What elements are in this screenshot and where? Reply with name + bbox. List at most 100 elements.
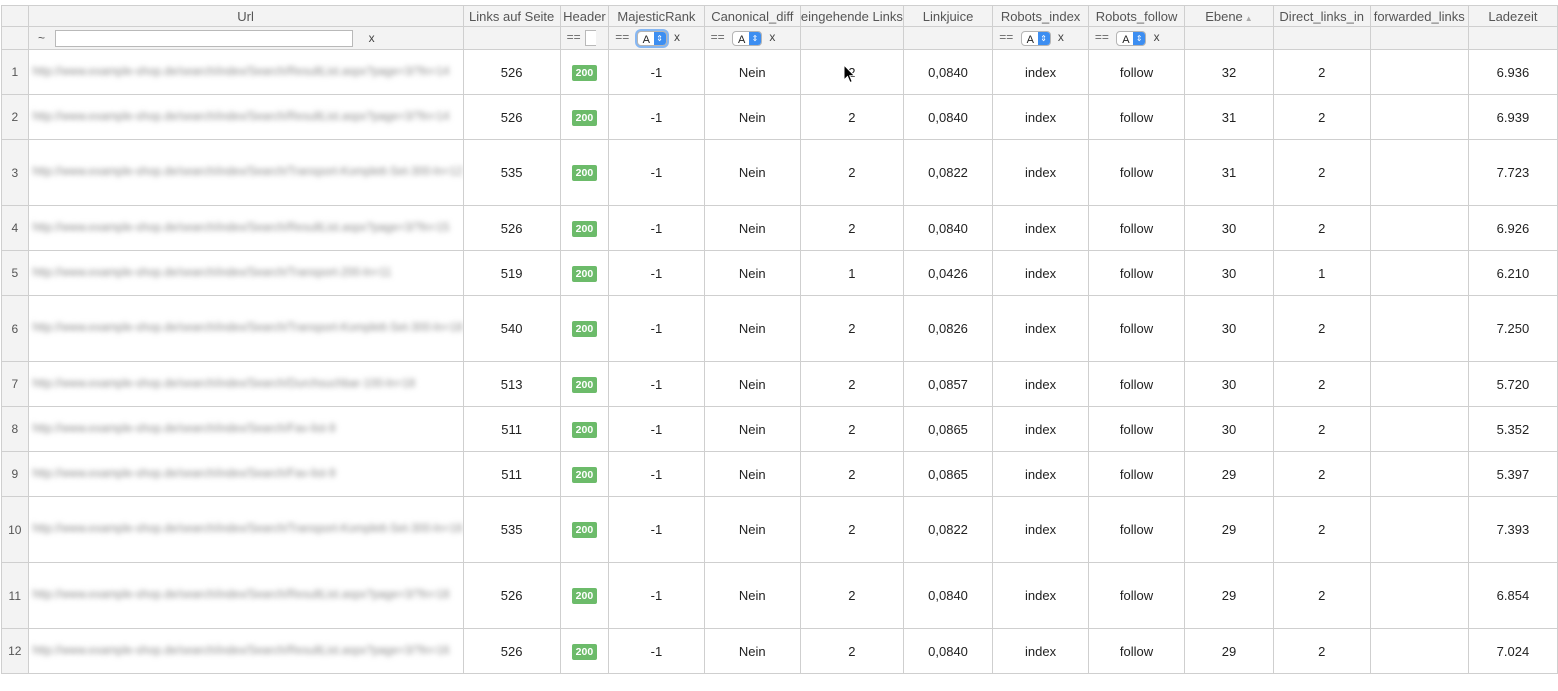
row-number[interactable]: 5: [1, 250, 29, 296]
cell-ebene: 31: [1184, 94, 1274, 140]
canonical-filter-select[interactable]: A ⇕: [731, 30, 762, 46]
majestic-filter-clear-button[interactable]: x: [674, 30, 680, 44]
cell-url[interactable]: http://www.example-shop.de/search/index/…: [27, 250, 464, 296]
table-row[interactable]: 6 http://www.example-shop.de/search/index…: [1, 295, 1558, 362]
url-text-blurred[interactable]: http://www.example-shop.de/search/index/…: [33, 63, 463, 82]
url-filter-operator[interactable]: ~: [29, 31, 54, 45]
col-header-url[interactable]: Url: [27, 5, 464, 27]
majestic-filter-select[interactable]: A ⇕: [636, 30, 667, 46]
header-filter-input[interactable]: [584, 30, 596, 46]
cell-direct-links: 2: [1272, 628, 1371, 674]
url-text-blurred[interactable]: http://www.example-shop.de/search/index/…: [33, 465, 463, 484]
cell-url[interactable]: http://www.example-shop.de/search/index/…: [27, 94, 464, 140]
cell-incoming: 2: [799, 295, 904, 362]
cell-url[interactable]: http://www.example-shop.de/search/index/…: [27, 451, 464, 497]
cell-ladezeit: 7.723: [1467, 139, 1558, 206]
cell-majestic: -1: [608, 406, 705, 452]
cell-url[interactable]: http://www.example-shop.de/search/index/…: [27, 628, 464, 674]
cell-url[interactable]: http://www.example-shop.de/search/index/…: [27, 49, 464, 95]
canonical-filter-operator[interactable]: ==: [711, 30, 725, 44]
url-filter-clear-button[interactable]: x: [369, 31, 375, 45]
table-row[interactable]: 3 http://www.example-shop.de/search/index…: [1, 139, 1558, 206]
cell-url[interactable]: http://www.example-shop.de/search/index/…: [27, 562, 464, 629]
table-row[interactable]: 4 http://www.example-shop.de/search/index…: [1, 205, 1558, 251]
cell-url[interactable]: http://www.example-shop.de/search/index/…: [27, 139, 464, 206]
row-number[interactable]: 9: [1, 451, 29, 497]
url-text-blurred[interactable]: http://www.example-shop.de/search/index/…: [33, 520, 463, 539]
col-header-ebene[interactable]: Ebene ▲: [1184, 5, 1274, 27]
robots-index-filter-operator[interactable]: ==: [999, 30, 1013, 44]
col-header-links[interactable]: Links auf Seite: [462, 5, 561, 27]
cell-url[interactable]: http://www.example-shop.de/search/index/…: [27, 496, 464, 563]
col-header-incoming[interactable]: eingehende Links: [799, 5, 904, 27]
url-text-blurred[interactable]: http://www.example-shop.de/search/index/…: [33, 586, 463, 605]
robots-index-filter-clear-button[interactable]: x: [1058, 30, 1064, 44]
cell-ladezeit: 6.936: [1467, 49, 1558, 95]
filter-links: [462, 26, 561, 50]
row-number[interactable]: 4: [1, 205, 29, 251]
cell-incoming: 2: [799, 628, 904, 674]
col-header-robots-follow[interactable]: Robots_follow: [1087, 5, 1186, 27]
sort-desc-icon[interactable]: ▲: [1245, 14, 1253, 23]
table-row[interactable]: 5 http://www.example-shop.de/search/index…: [1, 250, 1558, 296]
url-text-blurred[interactable]: http://www.example-shop.de/search/index/…: [33, 420, 463, 439]
row-number[interactable]: 3: [1, 139, 29, 206]
row-number[interactable]: 11: [1, 562, 29, 629]
url-text-blurred[interactable]: http://www.example-shop.de/search/index/…: [33, 108, 463, 127]
table-row[interactable]: 1 http://www.example-shop.de/search/index…: [1, 49, 1558, 95]
url-filter-input[interactable]: [54, 29, 353, 47]
table-row[interactable]: 9 http://www.example-shop.de/search/index…: [1, 451, 1558, 497]
status-badge: 200: [571, 588, 598, 604]
cell-ebene: 30: [1184, 406, 1274, 452]
url-text-blurred[interactable]: http://www.example-shop.de/search/index/…: [33, 264, 463, 283]
row-number[interactable]: 6: [1, 295, 29, 362]
select-value: A: [737, 33, 746, 46]
url-text-blurred[interactable]: http://www.example-shop.de/search/index/…: [33, 642, 463, 661]
cell-url[interactable]: http://www.example-shop.de/search/index/…: [27, 406, 464, 452]
url-text-blurred[interactable]: http://www.example-shop.de/search/index/…: [33, 375, 463, 394]
url-text-blurred[interactable]: http://www.example-shop.de/search/index/…: [33, 163, 463, 182]
header-filter-operator[interactable]: ==: [567, 30, 581, 44]
col-header-ladezeit[interactable]: Ladezeit: [1467, 5, 1558, 27]
col-header-header[interactable]: Header: [559, 5, 610, 27]
cell-majestic: -1: [608, 139, 705, 206]
url-text-blurred[interactable]: http://www.example-shop.de/search/index/…: [33, 219, 463, 238]
cell-status: 200: [559, 406, 610, 452]
cell-url[interactable]: http://www.example-shop.de/search/index/…: [27, 295, 464, 362]
cell-ladezeit: 6.939: [1467, 94, 1558, 140]
table-row[interactable]: 10 http://www.example-shop.de/search/inde…: [1, 496, 1558, 563]
row-number[interactable]: 2: [1, 94, 29, 140]
url-text-blurred[interactable]: http://www.example-shop.de/search/index/…: [33, 319, 463, 338]
row-number[interactable]: 12: [1, 628, 29, 674]
majestic-filter-operator[interactable]: ==: [615, 30, 629, 44]
cell-url[interactable]: http://www.example-shop.de/search/index/…: [27, 361, 464, 407]
table-row[interactable]: 7 http://www.example-shop.de/search/index…: [1, 361, 1558, 407]
row-number[interactable]: 7: [1, 361, 29, 407]
col-header-robots-index[interactable]: Robots_index: [992, 5, 1089, 27]
col-header-direct-links[interactable]: Direct_links_in: [1272, 5, 1371, 27]
col-header-forwarded[interactable]: forwarded_links: [1369, 5, 1469, 27]
table-row[interactable]: 11 http://www.example-shop.de/search/inde…: [1, 562, 1558, 629]
col-header-linkjuice[interactable]: Linkjuice: [902, 5, 994, 27]
robots-follow-filter-clear-button[interactable]: x: [1154, 30, 1160, 44]
row-number[interactable]: 8: [1, 406, 29, 452]
table-row[interactable]: 8 http://www.example-shop.de/search/index…: [1, 406, 1558, 452]
filter-ladezeit: [1467, 26, 1558, 50]
robots-follow-filter-select[interactable]: A ⇕: [1116, 30, 1147, 46]
robots-index-filter-select[interactable]: A ⇕: [1020, 30, 1051, 46]
cell-linkjuice: 0,0840: [902, 628, 994, 674]
col-header-canonical[interactable]: Canonical_diff: [703, 5, 801, 27]
filter-canonical: == A ⇕ x: [703, 26, 801, 50]
table-row[interactable]: 12 http://www.example-shop.de/search/inde…: [1, 628, 1558, 674]
cell-canonical: Nein: [703, 250, 801, 296]
canonical-filter-clear-button[interactable]: x: [769, 30, 775, 44]
row-number[interactable]: 10: [1, 496, 29, 563]
col-header-majestic[interactable]: MajesticRank: [608, 5, 705, 27]
robots-follow-filter-operator[interactable]: ==: [1095, 30, 1109, 44]
cell-robots-follow: follow: [1087, 361, 1186, 407]
cell-links: 526: [462, 205, 561, 251]
table-row[interactable]: 2 http://www.example-shop.de/search/index…: [1, 94, 1558, 140]
cell-canonical: Nein: [703, 139, 801, 206]
row-number[interactable]: 1: [1, 49, 29, 95]
cell-url[interactable]: http://www.example-shop.de/search/index/…: [27, 205, 464, 251]
